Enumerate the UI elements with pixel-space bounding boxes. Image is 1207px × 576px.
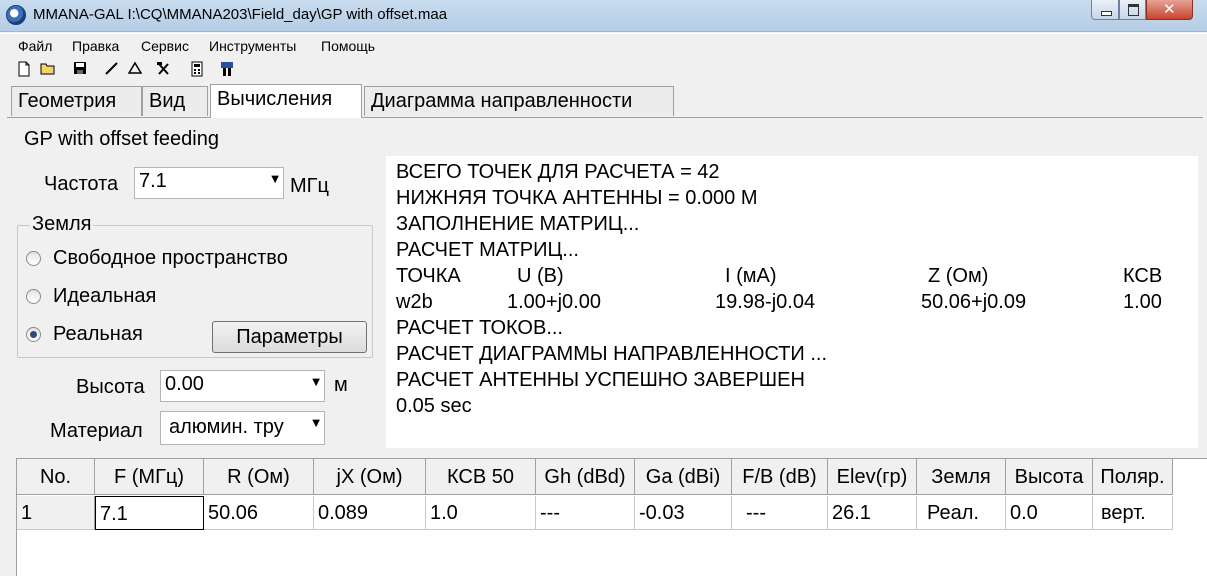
output-line: РАСЧЕТ АНТЕННЫ УСПЕШНО ЗАВЕРШЕН bbox=[396, 369, 805, 391]
output-line: НИЖНЯЯ ТОЧКА АНТЕННЫ = 0.000 М bbox=[396, 187, 758, 209]
table-cell[interactable]: 50.06 bbox=[204, 496, 314, 530]
source-current: 19.98-j0.04 bbox=[715, 291, 816, 313]
app-icon[interactable] bbox=[6, 5, 26, 25]
antenna-name: GP with offset feeding bbox=[24, 128, 219, 150]
table-cell[interactable]: 1.0 bbox=[426, 496, 536, 530]
col-header-gh[interactable]: Gh (dBd) bbox=[536, 459, 635, 495]
chevron-down-icon: ▼ bbox=[271, 174, 279, 185]
window-title: MMANA-GAL I:\CQ\MMANA203\Field_day\GP wi… bbox=[33, 6, 448, 23]
col-header-polar[interactable]: Поляр. bbox=[1093, 459, 1173, 495]
output-line: РАСЧЕТ ДИАГРАММЫ НАПРАВЛЕННОСТИ ... bbox=[396, 343, 828, 365]
source-impedance: 50.06+j0.09 bbox=[921, 291, 1027, 313]
frequency-value: 7.1 bbox=[139, 170, 167, 192]
table-cell[interactable]: 26.1 bbox=[828, 496, 917, 530]
calculation-output: ВСЕГО ТОЧЕК ДЛЯ РАСЧЕТА = 42 НИЖНЯЯ ТОЧК… bbox=[386, 156, 1198, 448]
table-cell[interactable]: -0.03 bbox=[635, 496, 732, 530]
material-value: алюмин. тру bbox=[169, 416, 284, 438]
radio-real-label[interactable]: Реальная bbox=[53, 323, 143, 346]
tab-geometry[interactable]: Геометрия bbox=[11, 86, 142, 116]
triangle-icon[interactable] bbox=[127, 61, 143, 77]
tab-calculations[interactable]: Вычисления bbox=[210, 84, 362, 118]
menu-help[interactable]: Помощь bbox=[321, 38, 375, 54]
height-label: Высота bbox=[76, 376, 145, 398]
table-cell[interactable]: 7.1 bbox=[95, 496, 204, 530]
col-header-fb[interactable]: F/B (dB) bbox=[732, 459, 828, 495]
height-unit: м bbox=[334, 374, 348, 396]
menu-service[interactable]: Сервис bbox=[141, 38, 189, 54]
output-line: РАСЧЕТ МАТРИЦ... bbox=[396, 239, 579, 261]
col-header-swr[interactable]: КСВ 50 bbox=[426, 459, 536, 495]
parameters-button[interactable]: Параметры bbox=[212, 321, 367, 353]
col-header-r[interactable]: R (Ом) bbox=[204, 459, 314, 495]
radio-free-space[interactable] bbox=[26, 251, 41, 266]
table-cell[interactable]: Реал. bbox=[917, 496, 1006, 530]
menu-tools[interactable]: Инструменты bbox=[209, 38, 296, 54]
open-folder-icon[interactable] bbox=[40, 61, 56, 77]
source-header-swr: КСВ bbox=[1123, 265, 1163, 287]
minimize-button[interactable] bbox=[1091, 0, 1119, 20]
table-cell[interactable]: 1 bbox=[17, 496, 95, 530]
col-header-ground[interactable]: Земля bbox=[917, 459, 1006, 495]
material-label: Материал bbox=[50, 420, 143, 442]
output-line: РАСЧЕТ ТОКОВ... bbox=[396, 317, 563, 339]
source-header-impedance: Z (Ом) bbox=[928, 265, 989, 287]
source-header-current: I (мА) bbox=[725, 265, 777, 287]
tab-bar: Геометрия Вид Вычисления Диаграмма напра… bbox=[0, 84, 1207, 118]
col-header-jx[interactable]: jX (Ом) bbox=[314, 459, 426, 495]
output-line: ЗАПОЛНЕНИЕ МАТРИЦ... bbox=[396, 213, 640, 235]
menu-bar: Файл Правка Сервис Инструменты Помощь bbox=[0, 33, 1207, 57]
frequency-combo[interactable]: 7.1 ▼ bbox=[134, 167, 284, 199]
ground-legend: Земля bbox=[30, 213, 94, 236]
table-cell[interactable]: 0.089 bbox=[314, 496, 426, 530]
output-line: 0.05 sec bbox=[396, 395, 472, 417]
col-header-no[interactable]: No. bbox=[17, 459, 95, 495]
height-combo[interactable]: 0.00 ▼ bbox=[160, 370, 325, 402]
tab-divider bbox=[7, 117, 1203, 118]
menu-edit[interactable]: Правка bbox=[72, 38, 119, 54]
frequency-unit: МГц bbox=[290, 175, 329, 197]
table-cell[interactable]: --- bbox=[732, 496, 828, 530]
maximize-button[interactable] bbox=[1119, 0, 1146, 20]
menu-file[interactable]: Файл bbox=[18, 38, 52, 54]
radio-free-space-label[interactable]: Свободное пространство bbox=[53, 247, 288, 270]
optimize-icon[interactable] bbox=[219, 61, 235, 77]
chevron-down-icon: ▼ bbox=[312, 418, 320, 429]
source-header-voltage: U (В) bbox=[517, 265, 564, 287]
source-header-point: ТОЧКА bbox=[396, 265, 461, 287]
title-bar: MMANA-GAL I:\CQ\MMANA203\Field_day\GP wi… bbox=[0, 0, 1207, 32]
radio-real[interactable] bbox=[26, 327, 41, 342]
tab-pattern[interactable]: Диаграмма направленности bbox=[364, 86, 674, 116]
table-cell[interactable]: верт. bbox=[1093, 496, 1173, 530]
radio-perfect[interactable] bbox=[26, 289, 41, 304]
frequency-label: Частота bbox=[44, 173, 119, 195]
height-value: 0.00 bbox=[165, 373, 204, 395]
material-combo[interactable]: алюмин. тру ▼ bbox=[160, 411, 325, 445]
radio-perfect-label[interactable]: Идеальная bbox=[53, 285, 156, 308]
table-cell[interactable]: --- bbox=[536, 496, 635, 530]
calculator-icon[interactable] bbox=[189, 61, 205, 77]
new-file-icon[interactable] bbox=[16, 61, 32, 77]
table-cell[interactable]: 0.0 bbox=[1006, 496, 1093, 530]
output-line: ВСЕГО ТОЧЕК ДЛЯ РАСЧЕТА = 42 bbox=[396, 161, 720, 183]
tools-icon[interactable] bbox=[156, 61, 172, 77]
col-header-height[interactable]: Высота bbox=[1006, 459, 1093, 495]
source-point: w2b bbox=[396, 291, 433, 313]
close-button[interactable] bbox=[1146, 0, 1193, 20]
source-swr: 1.00 bbox=[1123, 291, 1162, 313]
tab-view[interactable]: Вид bbox=[142, 86, 208, 116]
col-header-freq[interactable]: F (МГц) bbox=[95, 459, 204, 495]
save-icon[interactable] bbox=[72, 61, 88, 77]
toolbar bbox=[0, 57, 1207, 83]
chevron-down-icon: ▼ bbox=[312, 377, 320, 388]
wire-icon[interactable] bbox=[103, 61, 119, 77]
col-header-elev[interactable]: Elev(гр) bbox=[828, 459, 917, 495]
col-header-ga[interactable]: Ga (dBi) bbox=[635, 459, 732, 495]
results-table: No. F (МГц) R (Ом) jX (Ом) КСВ 50 Gh (dB… bbox=[16, 458, 1207, 576]
source-voltage: 1.00+j0.00 bbox=[507, 291, 601, 313]
